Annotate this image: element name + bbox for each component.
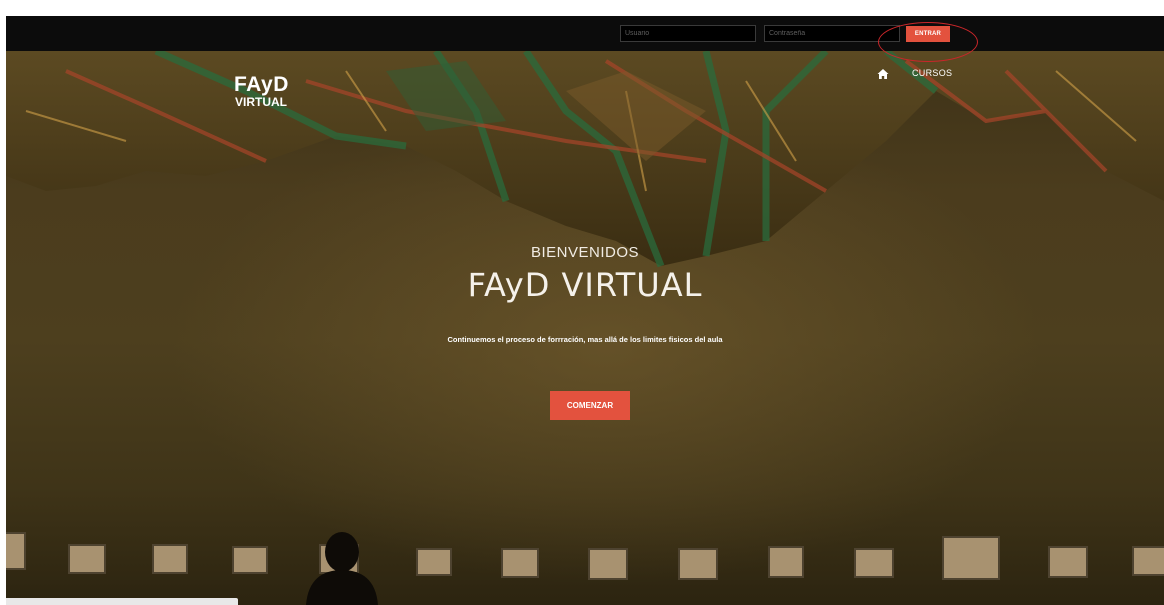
- gallery-frame: [68, 544, 106, 574]
- login-bar: ENTRAR: [6, 16, 1164, 51]
- page-frame: ENTRAR FAyD VIRTUAL CURSOS BIENVENIDOS F…: [6, 16, 1164, 605]
- gallery-frame: [416, 548, 452, 576]
- password-input[interactable]: [764, 25, 900, 42]
- gallery-frame: [942, 536, 1000, 580]
- nav-cursos-link[interactable]: CURSOS: [912, 68, 952, 78]
- username-input[interactable]: [620, 25, 756, 42]
- brand-logo[interactable]: FAyD VIRTUAL: [234, 74, 289, 109]
- gallery-wall: [6, 506, 1164, 605]
- start-button[interactable]: COMENZAR: [550, 391, 630, 420]
- gallery-frame: [588, 548, 628, 580]
- gallery-frame: [501, 548, 539, 578]
- gallery-frame: [152, 544, 188, 574]
- home-icon[interactable]: [877, 68, 889, 80]
- hero-title: FAyD VIRTUAL: [467, 266, 703, 304]
- gallery-frame: [232, 546, 268, 574]
- gallery-frame: [1132, 546, 1164, 576]
- gallery-frame: [1048, 546, 1088, 578]
- brand-subtitle: VIRTUAL: [235, 95, 287, 109]
- browser-status-bar: [6, 598, 238, 605]
- gallery-frame: [6, 532, 26, 570]
- hero-tagline: Continuemos el proceso de forrración, ma…: [447, 335, 723, 344]
- gallery-frame: [678, 548, 718, 580]
- brand-name: FAyD: [234, 73, 289, 96]
- gallery-frame: [768, 546, 804, 578]
- login-button[interactable]: ENTRAR: [906, 26, 950, 42]
- gallery-frame: [854, 548, 894, 578]
- visitor-silhouette: [306, 532, 378, 605]
- hero-greeting: BIENVENIDOS: [530, 244, 640, 261]
